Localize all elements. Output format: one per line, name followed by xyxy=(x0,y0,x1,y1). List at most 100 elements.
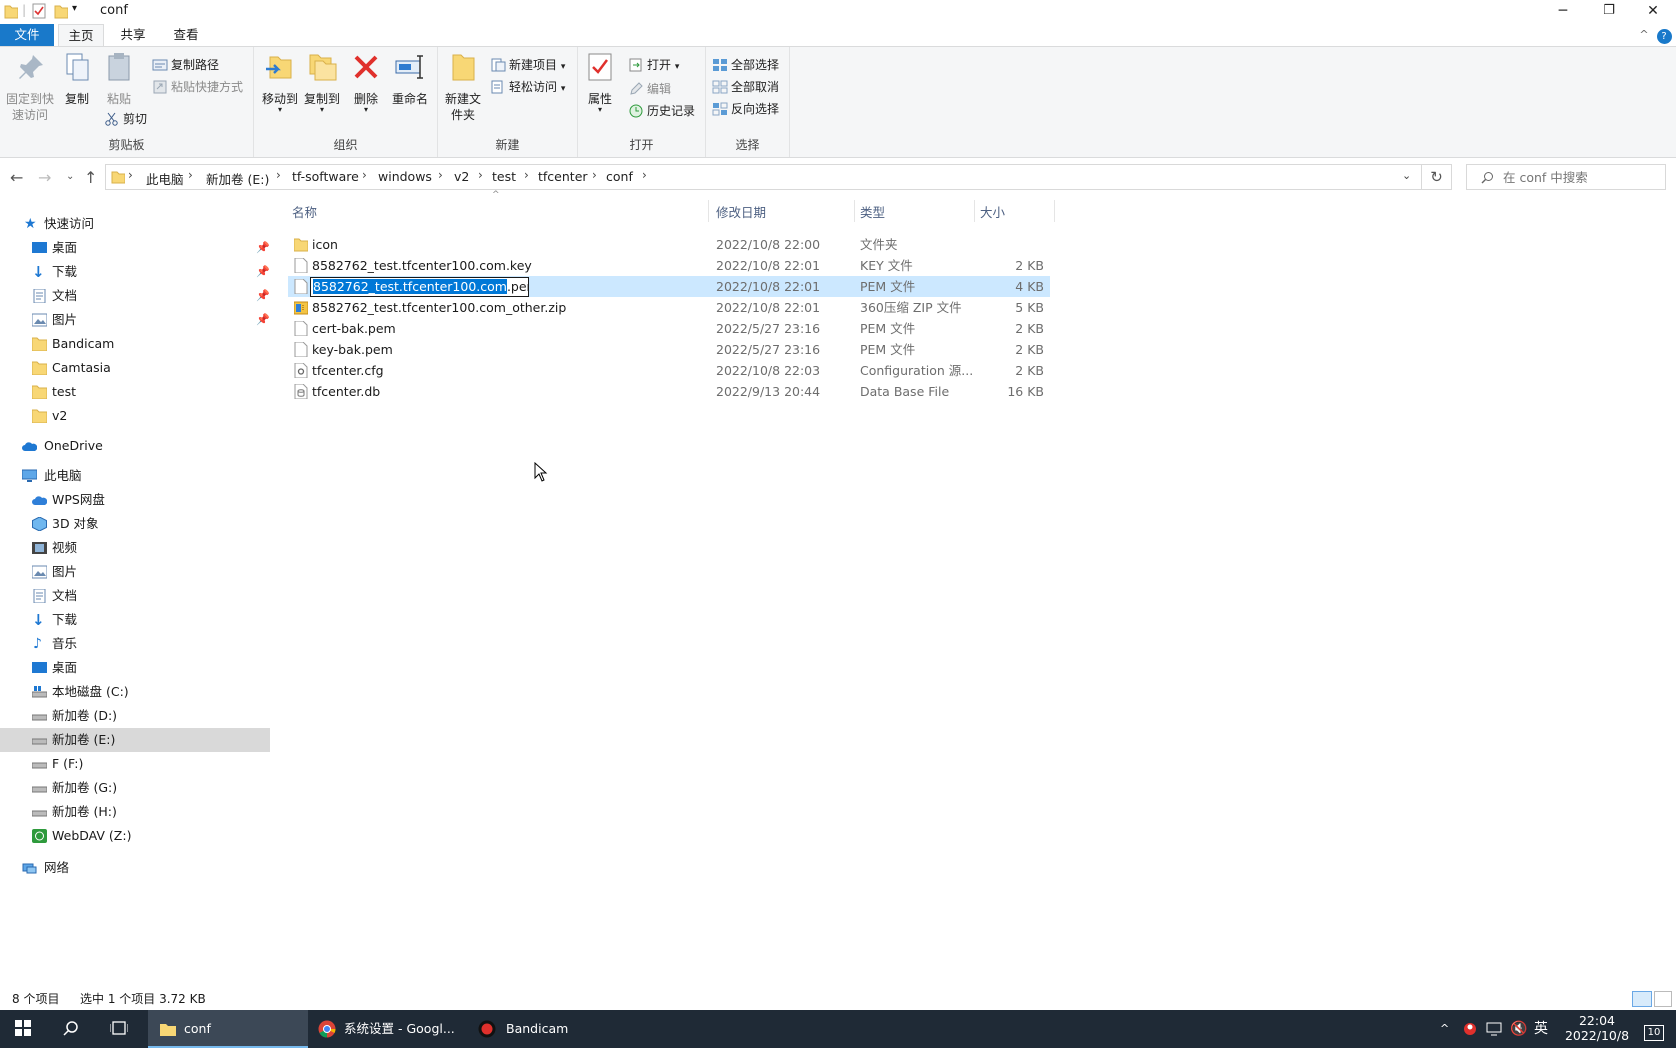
tab-home[interactable]: 主页 xyxy=(58,24,104,46)
breadcrumb-tf-software[interactable]: tf-software xyxy=(292,169,359,184)
taskbar-explorer[interactable]: conf xyxy=(148,1010,308,1048)
column-divider[interactable] xyxy=(854,200,855,222)
nav-drive-f[interactable]: F (F:) xyxy=(0,752,270,776)
details-view-icon[interactable] xyxy=(1632,991,1652,1007)
history-button[interactable]: 历史记录 xyxy=(628,101,695,121)
search-box[interactable] xyxy=(1466,164,1666,190)
collapse-ribbon-icon[interactable]: ^ xyxy=(1636,24,1652,46)
paste-button[interactable]: 粘贴 xyxy=(102,51,136,107)
up-arrow-icon[interactable]: ↑ xyxy=(84,168,97,187)
large-icons-view-icon[interactable] xyxy=(1654,991,1672,1007)
properties-button[interactable]: 属性 ▾ xyxy=(584,51,616,114)
nav-music[interactable]: ♪ 音乐 xyxy=(0,632,270,656)
select-none-button[interactable]: 全部取消 xyxy=(712,77,779,97)
column-divider[interactable] xyxy=(1054,200,1055,222)
file-row[interactable]: 8582762_test.tfcenter100.com_other.zip 2… xyxy=(288,297,1050,318)
breadcrumb-v2[interactable]: v2 xyxy=(454,169,469,184)
breadcrumb-separator[interactable]: › xyxy=(128,168,133,182)
nav-v2[interactable]: v2 xyxy=(0,404,270,428)
breadcrumb-separator[interactable]: › xyxy=(188,168,193,182)
tab-file[interactable]: 文件 xyxy=(0,24,54,46)
move-to-button[interactable]: 移动到 ▾ xyxy=(260,51,300,114)
forward-arrow-icon[interactable]: → xyxy=(38,168,51,187)
nav-drive-h[interactable]: 新加卷 (H:) xyxy=(0,800,270,824)
nav-drive-d[interactable]: 新加卷 (D:) xyxy=(0,704,270,728)
new-folder-quick-icon[interactable] xyxy=(54,3,68,19)
close-button[interactable]: ✕ xyxy=(1630,0,1676,22)
nav-desktop[interactable]: 桌面 📌 xyxy=(0,236,270,260)
nav-pictures[interactable]: 图片 📌 xyxy=(0,308,270,332)
file-row[interactable]: key-bak.pem 2022/5/27 23:16 PEM 文件 2 KB xyxy=(288,339,1050,360)
nav-drive-c[interactable]: 本地磁盘 (C:) xyxy=(0,680,270,704)
search-input[interactable] xyxy=(1503,168,1653,186)
select-all-button[interactable]: 全部选择 xyxy=(712,55,779,75)
help-icon[interactable]: ? xyxy=(1654,24,1674,46)
nav-desktop-pc[interactable]: 桌面 xyxy=(0,656,270,680)
paste-shortcut-button[interactable]: 粘贴快捷方式 xyxy=(152,77,243,97)
nav-3d-objects[interactable]: 3D 对象 xyxy=(0,512,270,536)
recent-locations-chevron-icon[interactable]: ⌄ xyxy=(66,171,74,182)
volume-muted-icon[interactable]: 🔇 xyxy=(1510,1010,1527,1048)
tab-view[interactable]: 查看 xyxy=(164,24,208,46)
breadcrumb-separator[interactable]: › xyxy=(478,168,483,182)
copy-to-button[interactable]: 复制到 ▾ xyxy=(302,51,342,114)
nav-videos[interactable]: 视频 xyxy=(0,536,270,560)
clock[interactable]: 22:04 2022/10/8 xyxy=(1562,1010,1632,1048)
nav-documents[interactable]: 文档 📌 xyxy=(0,284,270,308)
tray-app-icon[interactable] xyxy=(1462,1021,1478,1037)
tab-share[interactable]: 共享 xyxy=(112,24,154,46)
open-button[interactable]: 打开 ▾ xyxy=(628,55,679,75)
breadcrumb-separator[interactable]: › xyxy=(438,168,443,182)
task-view-button[interactable] xyxy=(96,1010,142,1048)
minimize-button[interactable]: ─ xyxy=(1540,0,1586,22)
ime-indicator[interactable]: 英 xyxy=(1534,1010,1548,1048)
cut-button[interactable]: 剪切 xyxy=(104,109,147,129)
nav-downloads[interactable]: ↓ 下载 📌 xyxy=(0,260,270,284)
properties-quick-icon[interactable] xyxy=(32,3,46,19)
nav-this-pc[interactable]: 此电脑 xyxy=(0,464,270,488)
nav-drive-g[interactable]: 新加卷 (G:) xyxy=(0,776,270,800)
column-header-type[interactable]: 类型 xyxy=(860,202,885,221)
column-header-name[interactable]: 名称 xyxy=(292,202,317,221)
column-divider[interactable] xyxy=(708,200,709,222)
network-tray-icon[interactable] xyxy=(1486,1022,1502,1036)
nav-documents-pc[interactable]: 文档 xyxy=(0,584,270,608)
column-header-size[interactable]: 大小 xyxy=(980,202,1005,221)
address-history-chevron-icon[interactable]: ⌄ xyxy=(1402,169,1411,182)
breadcrumb-this-pc[interactable]: 此电脑 xyxy=(146,169,184,188)
copy-path-button[interactable]: 复制路径 xyxy=(152,55,219,75)
breadcrumb-tfcenter[interactable]: tfcenter xyxy=(538,169,588,184)
rename-button[interactable]: 重命名 xyxy=(390,51,430,107)
edit-button[interactable]: 编辑 xyxy=(628,79,671,99)
customize-toolbar-icon[interactable]: ▾ xyxy=(72,3,77,19)
file-row[interactable]: cert-bak.pem 2022/5/27 23:16 PEM 文件 2 KB xyxy=(288,318,1050,339)
breadcrumb-separator[interactable]: › xyxy=(524,168,529,182)
nav-quick-access[interactable]: ★ 快速访问 xyxy=(0,212,270,236)
start-button[interactable] xyxy=(0,1010,46,1048)
nav-drive-e[interactable]: 新加卷 (E:) xyxy=(0,728,270,752)
file-row[interactable]: tfcenter.db 2022/9/13 20:44 Data Base Fi… xyxy=(288,381,1050,402)
file-row-selected[interactable]: 8582762_test.tfcenter100.com.pem 2022/10… xyxy=(288,276,1050,297)
breadcrumb-separator[interactable]: › xyxy=(642,168,647,182)
search-taskbar-button[interactable] xyxy=(48,1010,94,1048)
breadcrumb-separator[interactable]: › xyxy=(362,168,367,182)
rename-input[interactable]: 8582762_test.tfcenter100.com.pem xyxy=(310,277,529,297)
nav-onedrive[interactable]: OneDrive xyxy=(0,434,270,458)
address-bar[interactable]: › 此电脑 › 新加卷 (E:) › tf-software › windows… xyxy=(105,164,1422,190)
file-row[interactable]: icon 2022/10/8 22:00 文件夹 xyxy=(288,234,1050,255)
breadcrumb-drive-e[interactable]: 新加卷 (E:) xyxy=(206,169,269,188)
nav-test[interactable]: test xyxy=(0,380,270,404)
breadcrumb-test[interactable]: test xyxy=(492,169,516,184)
nav-camtasia[interactable]: Camtasia xyxy=(0,356,270,380)
action-center-button[interactable]: 10 xyxy=(1636,1010,1672,1048)
copy-button[interactable]: 复制 xyxy=(62,51,92,107)
column-header-date[interactable]: 修改日期 xyxy=(716,202,766,221)
breadcrumb-separator[interactable]: › xyxy=(592,168,597,182)
show-hidden-icons-chevron[interactable]: ^ xyxy=(1440,1010,1449,1048)
pin-quick-access-button[interactable]: 固定到快速访问 xyxy=(4,51,58,123)
refresh-icon[interactable]: ↻ xyxy=(1422,164,1452,190)
pin-icon[interactable]: 📌 xyxy=(256,236,270,260)
nav-downloads-pc[interactable]: ↓ 下载 xyxy=(0,608,270,632)
taskbar-bandicam[interactable]: Bandicam xyxy=(472,1010,632,1048)
pin-icon[interactable]: 📌 xyxy=(256,308,270,332)
